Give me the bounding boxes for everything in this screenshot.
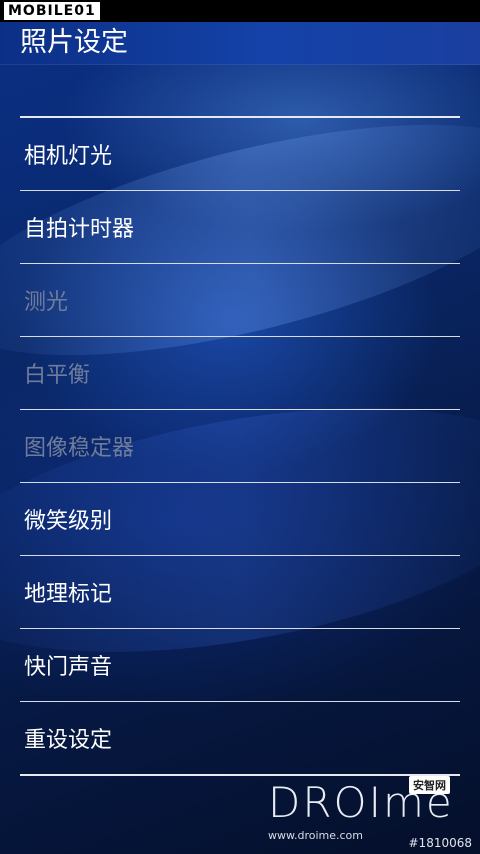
menu-item-label: 图像稳定器 <box>24 436 135 461</box>
menu-item-metering: 测光 <box>20 264 460 337</box>
title-bar: 照片设定 <box>0 22 480 65</box>
menu-item-label: 微笑级别 <box>24 509 113 534</box>
menu-item-label: 重设设定 <box>24 728 113 753</box>
menu-item-self-timer[interactable]: 自拍计时器 <box>20 191 460 264</box>
droime-logo: DROIme 安智网 <box>268 776 458 828</box>
page-title: 照片设定 <box>20 27 128 58</box>
menu-item-shutter-sound[interactable]: 快门声音 <box>20 629 460 702</box>
menu-item-image-stabilizer: 图像稳定器 <box>20 410 460 483</box>
status-bar: MOBILE01 <box>0 0 480 22</box>
menu-item-geotagging[interactable]: 地理标记 <box>20 556 460 629</box>
image-id: #1810068 <box>408 836 473 850</box>
menu-item-label: 快门声音 <box>24 655 113 680</box>
settings-menu: 相机灯光 自拍计时器 测光 白平衡 图像稳定器 微笑级别 地理标记 快门声音 重… <box>20 116 460 776</box>
menu-item-smile-level[interactable]: 微笑级别 <box>20 483 460 556</box>
watermark-url: www.droime.com <box>268 829 363 842</box>
brand-watermark: MOBILE01 <box>4 2 100 20</box>
menu-item-camera-light[interactable]: 相机灯光 <box>20 118 460 191</box>
menu-item-label: 测光 <box>24 290 69 315</box>
menu-item-label: 相机灯光 <box>24 144 113 169</box>
menu-item-label: 白平衡 <box>24 363 91 388</box>
logo-badge: 安智网 <box>409 776 450 794</box>
menu-item-reset-settings[interactable]: 重设设定 <box>20 702 460 776</box>
menu-item-white-balance: 白平衡 <box>20 337 460 410</box>
menu-item-label: 地理标记 <box>24 582 113 607</box>
menu-item-label: 自拍计时器 <box>24 217 135 242</box>
